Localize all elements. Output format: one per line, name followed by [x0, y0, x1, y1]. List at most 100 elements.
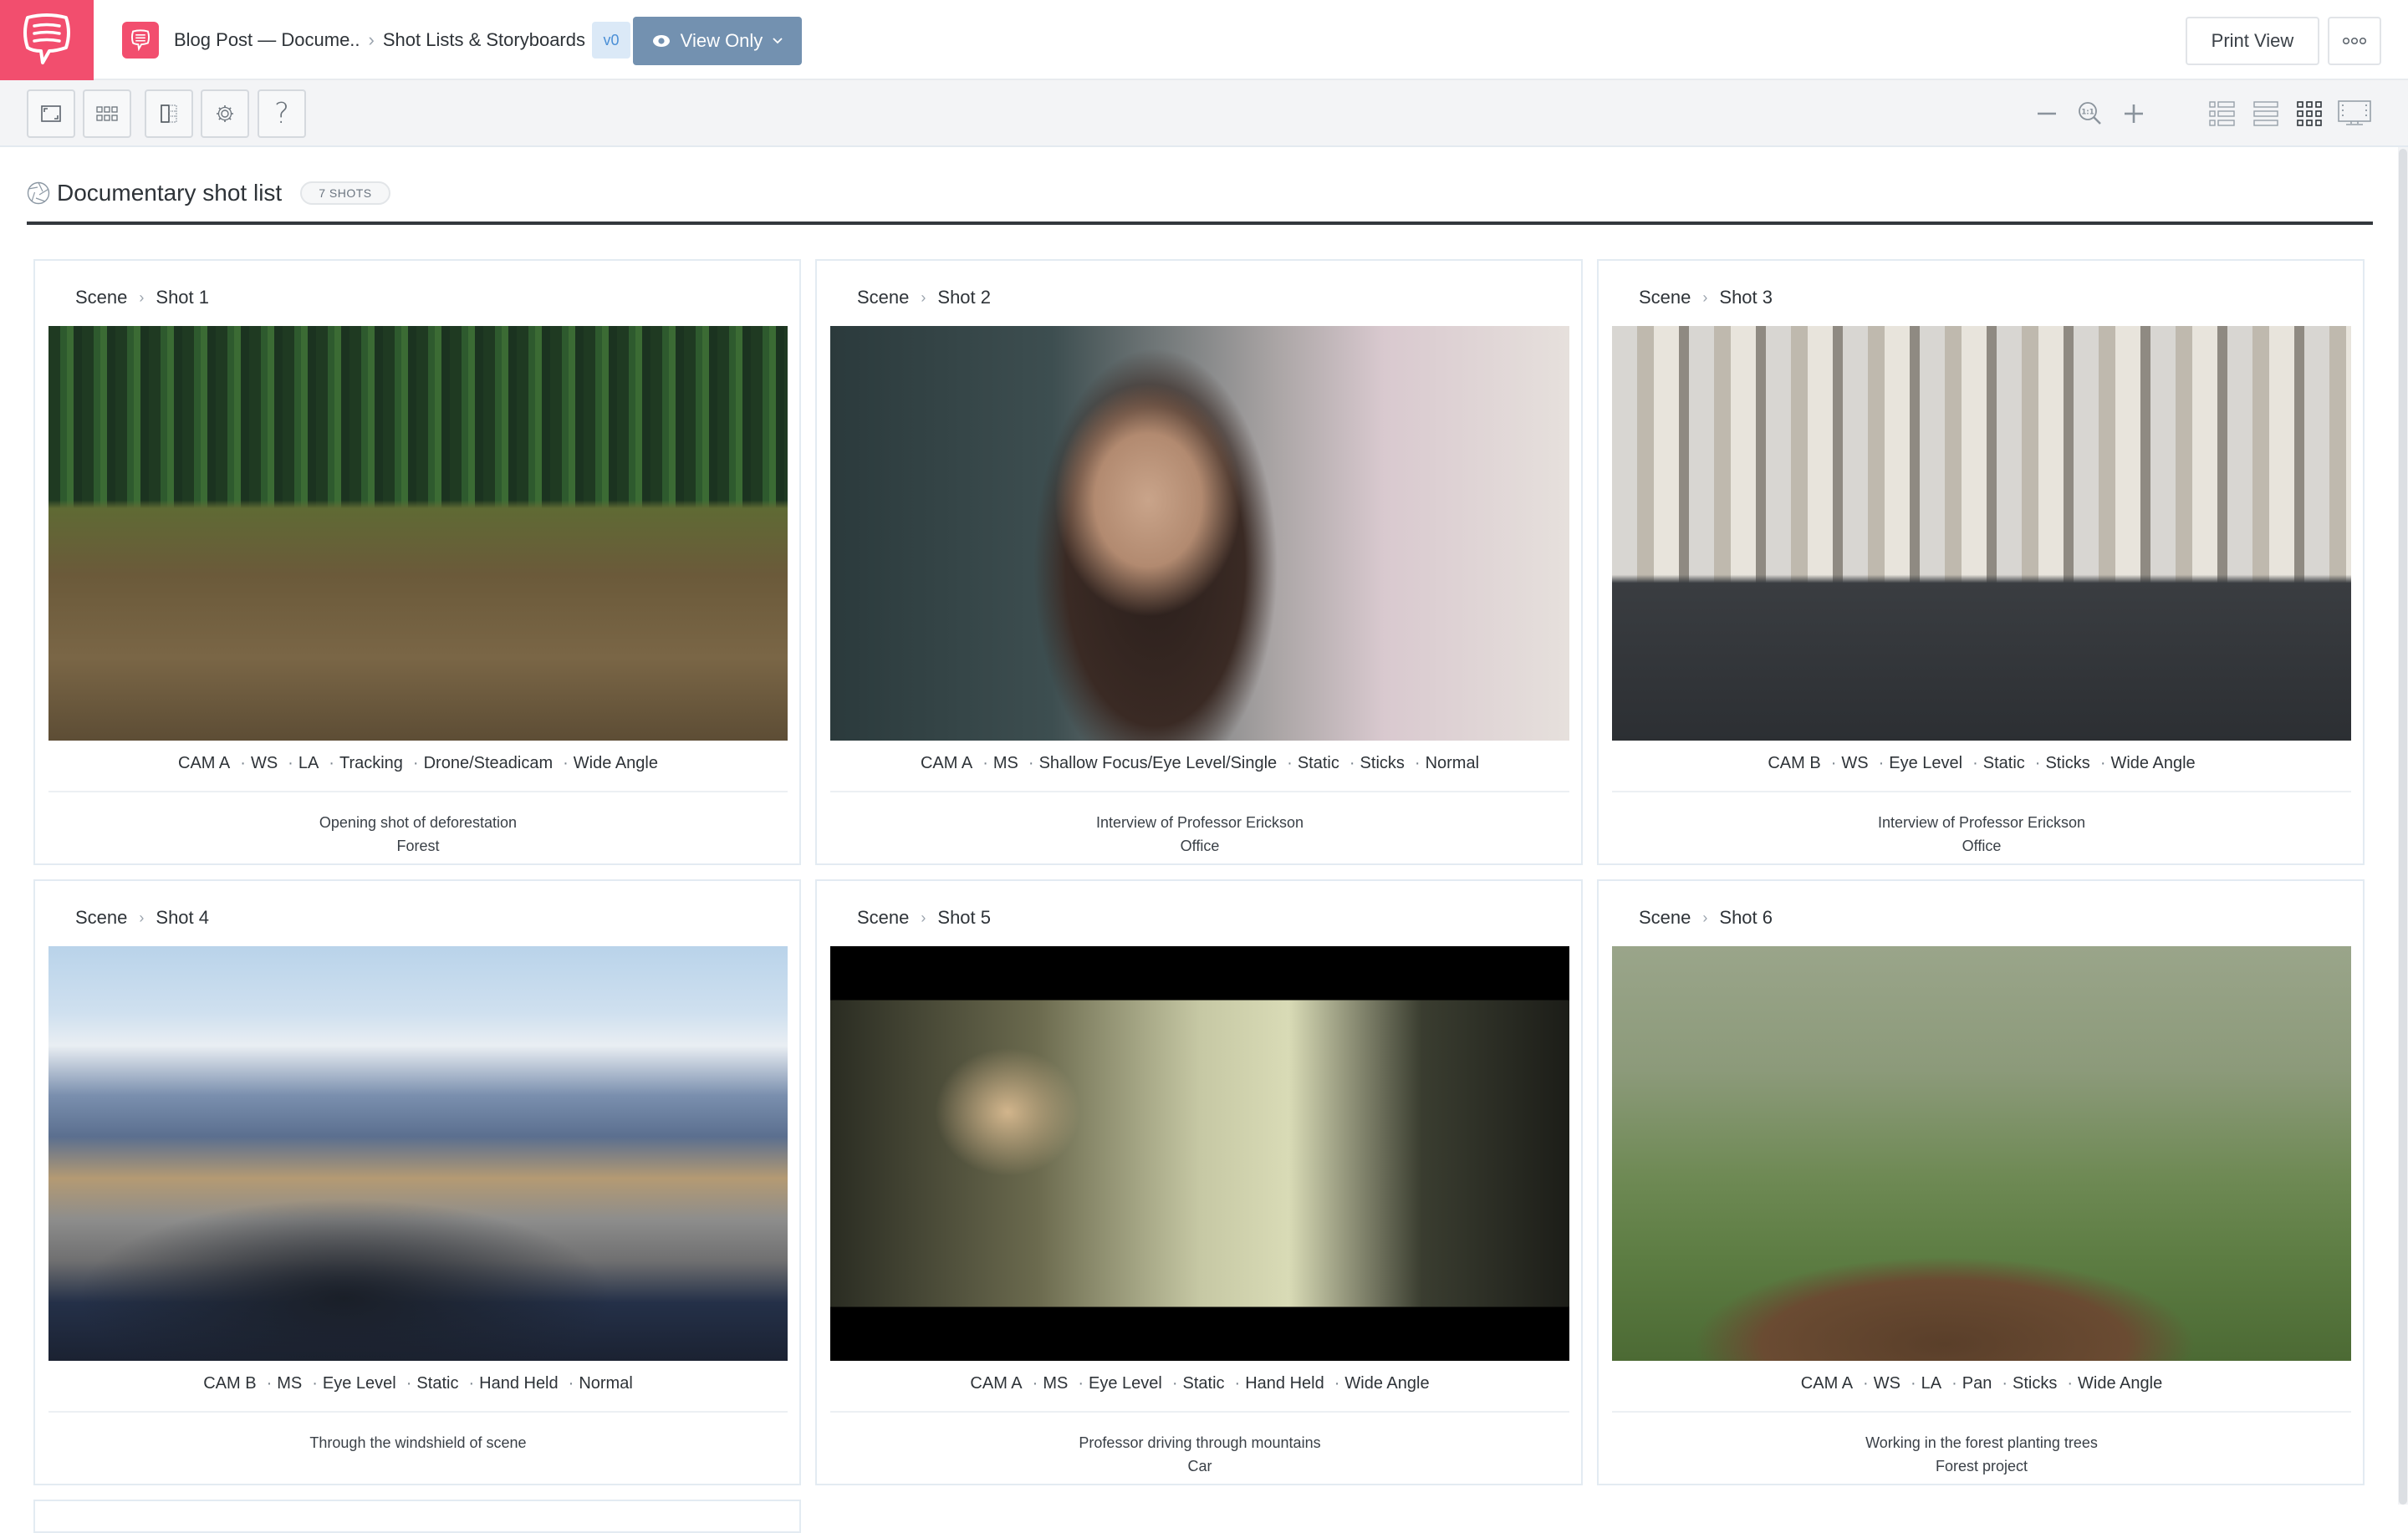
- shot-list-header: Documentary shot list 7 SHOTS: [27, 172, 390, 214]
- rows-view-button[interactable]: [2246, 94, 2286, 134]
- print-view-button[interactable]: Print View: [2186, 17, 2319, 65]
- grid-icon: [96, 106, 118, 121]
- shot-image[interactable]: [1612, 326, 2351, 741]
- zoom-in-button[interactable]: [2114, 94, 2154, 134]
- spec-separator: ·: [1863, 1374, 1869, 1393]
- list-view-icon: [2209, 101, 2235, 126]
- presentation-view-button[interactable]: [2334, 94, 2375, 134]
- help-button[interactable]: ?: [258, 89, 306, 138]
- zoom-out-button[interactable]: [2027, 94, 2067, 134]
- shot-location: Car: [1187, 1458, 1212, 1474]
- zoom-actual-size-icon: 1:1: [2079, 102, 2101, 125]
- scrollbar-thumb[interactable]: [2399, 149, 2407, 1505]
- shot-location: Office: [1180, 838, 1220, 854]
- shot-card[interactable]: Scene › Shot 2 CAM A · MS · Shallow Focus/Ey…: [815, 259, 1583, 865]
- scene-label[interactable]: Scene: [75, 287, 127, 308]
- scene-label[interactable]: Scene: [857, 287, 909, 308]
- shot-card[interactable]: Scene › Shot 4 CAM B · MS · Eye Level · Static…: [33, 879, 801, 1485]
- shot-location: Forest: [396, 838, 440, 854]
- fullscreen-icon: [41, 105, 61, 122]
- spec-tag: Drone/Steadicam: [423, 754, 554, 772]
- spec-tag: Sticks: [2013, 1374, 2058, 1393]
- shot-count-badge: 7 SHOTS: [300, 181, 390, 205]
- shot-image[interactable]: [830, 326, 1569, 741]
- scene-label[interactable]: Scene: [1639, 907, 1691, 929]
- scene-label[interactable]: Scene: [1639, 287, 1691, 308]
- chevron-right-icon: ›: [139, 288, 145, 306]
- spec-tag: LA: [298, 754, 319, 772]
- spec-separator: ·: [1414, 754, 1421, 772]
- breadcrumb: Blog Post — Docume.. › Shot Lists & Stor…: [174, 0, 630, 80]
- spec-separator: ·: [1032, 1374, 1038, 1393]
- view-only-dropdown[interactable]: View Only: [633, 17, 802, 65]
- shot-description: Interview of Professor Erickson: [1877, 814, 2086, 831]
- columns-button[interactable]: [145, 89, 193, 138]
- shot-label[interactable]: Shot 6: [1719, 907, 1773, 929]
- speech-bubble-icon: [130, 29, 150, 51]
- spec-tag: LA: [1921, 1374, 1942, 1393]
- spec-tag: Wide Angle: [2078, 1374, 2163, 1393]
- card-divider: [48, 791, 788, 792]
- shot-label[interactable]: Shot 3: [1719, 287, 1773, 308]
- spec-tag: MS: [1043, 1374, 1069, 1393]
- shot-notes: Opening shot of deforestation Forest: [48, 811, 788, 858]
- spec-tag: Hand Held: [1245, 1374, 1324, 1393]
- list-view-button[interactable]: [2202, 94, 2242, 134]
- chevron-right-icon: ›: [921, 909, 926, 926]
- spec-separator: ·: [2034, 754, 2041, 772]
- spec-separator: ·: [266, 1374, 273, 1393]
- shot-description: Through the windshield of scene: [309, 1434, 527, 1451]
- scene-label[interactable]: Scene: [75, 907, 127, 929]
- shot-description: Professor driving through mountains: [1079, 1434, 1321, 1451]
- project-icon-tile[interactable]: [122, 22, 159, 59]
- shot-card[interactable]: Scene › Shot 5 CAM A · MS · Eye Level · Static…: [815, 879, 1583, 1485]
- grid-view-button[interactable]: [2289, 94, 2329, 134]
- more-options-button[interactable]: [2328, 17, 2381, 65]
- minus-icon: [2038, 112, 2056, 115]
- spec-tag: Pan: [1962, 1374, 1992, 1393]
- breadcrumb-project[interactable]: Blog Post — Docume..: [174, 29, 360, 51]
- app-logo[interactable]: [0, 0, 94, 80]
- spec-separator: ·: [329, 754, 334, 772]
- shot-card[interactable]: Scene › Shot 6 CAM A · WS · LA · Pan · Sticks · Wi…: [1597, 879, 2365, 1485]
- shot-description: Interview of Professor Erickson: [1095, 814, 1304, 831]
- grid-button[interactable]: [83, 89, 131, 138]
- aperture-icon: [27, 181, 50, 205]
- breadcrumb-page[interactable]: Shot Lists & Storyboards: [383, 29, 585, 51]
- shot-label[interactable]: Shot 4: [156, 907, 209, 929]
- spec-separator: ·: [1287, 754, 1293, 772]
- view-only-label: View Only: [680, 30, 763, 51]
- shot-label[interactable]: Shot 5: [937, 907, 991, 929]
- shot-label[interactable]: Shot 1: [156, 287, 209, 308]
- rows-view-icon: [2253, 101, 2278, 126]
- shot-image[interactable]: [48, 326, 788, 741]
- shot-card[interactable]: Scene › Shot 1 CAM A · WS · LA · Tracking · Dron…: [33, 259, 801, 865]
- svg-text:1:1: 1:1: [2081, 109, 2094, 117]
- more-dots-icon: [2342, 37, 2367, 45]
- shot-notes: Working in the forest planting trees For…: [1612, 1431, 2351, 1478]
- spec-separator: ·: [1910, 1374, 1916, 1393]
- card-divider: [830, 1411, 1569, 1413]
- shot-card-partial[interactable]: [33, 1500, 801, 1533]
- spec-tag: WS: [1873, 1374, 1900, 1393]
- shot-card[interactable]: Scene › Shot 3 CAM B · WS · Eye Level · Static…: [1597, 259, 2365, 865]
- shot-specs: CAM A · MS · Shallow Focus/Eye Level/Single ·…: [830, 754, 1569, 773]
- shot-label[interactable]: Shot 2: [937, 287, 991, 308]
- filmstrip-icon: [2338, 100, 2371, 125]
- shot-image[interactable]: [830, 946, 1569, 1361]
- shot-image[interactable]: [48, 946, 788, 1361]
- settings-button[interactable]: [201, 89, 249, 138]
- version-badge[interactable]: v0: [592, 22, 630, 59]
- spec-tag: Sticks: [1360, 754, 1405, 772]
- scene-label[interactable]: Scene: [857, 907, 909, 929]
- spec-separator: ·: [2099, 754, 2106, 772]
- spec-separator: ·: [240, 754, 246, 772]
- spec-tag: CAM A: [970, 1374, 1023, 1393]
- shot-image[interactable]: [1612, 946, 2351, 1361]
- zoom-reset-button[interactable]: 1:1: [2070, 94, 2110, 134]
- columns-icon: [161, 104, 177, 123]
- fullscreen-button[interactable]: [27, 89, 75, 138]
- spec-separator: ·: [982, 754, 988, 772]
- shot-location: Office: [1962, 838, 2002, 854]
- shot-breadcrumb: Scene › Shot 4: [75, 901, 209, 935]
